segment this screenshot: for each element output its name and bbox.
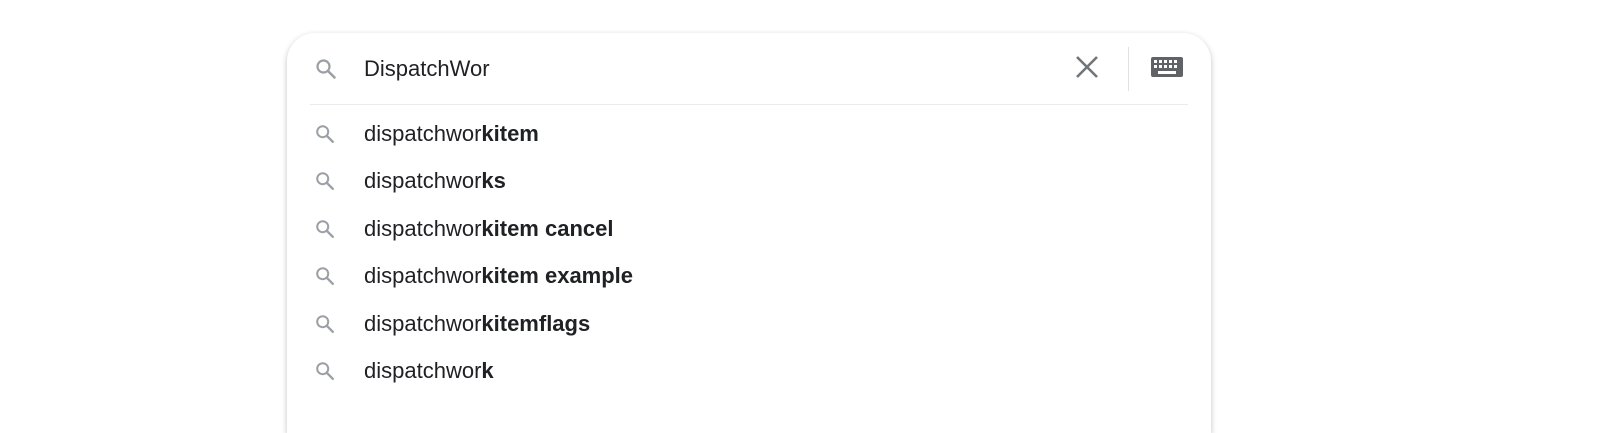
search-input[interactable] <box>364 49 1024 89</box>
suggestion-text: dispatchworkitem example <box>364 263 634 289</box>
suggestion-text: dispatchworks <box>364 168 506 194</box>
suggestion-item[interactable]: dispatchworkitem <box>287 110 1211 158</box>
suggestion-item[interactable]: dispatchworkitem example <box>287 253 1211 301</box>
search-icon <box>314 313 336 335</box>
close-icon <box>1074 54 1100 85</box>
search-icon <box>314 360 336 382</box>
suggestion-list: dispatchworkitem dispatchworks dispatchw… <box>287 110 1211 395</box>
search-icon <box>314 265 336 287</box>
keyboard-button[interactable] <box>1149 56 1185 82</box>
suggestion-item[interactable]: dispatchworkitemflags <box>287 300 1211 348</box>
suggestion-text: dispatchworkitem <box>364 120 539 146</box>
suggestion-item[interactable]: dispatchworks <box>287 158 1211 206</box>
divider <box>1128 47 1129 91</box>
suggestions-divider <box>310 104 1188 105</box>
search-icon <box>314 218 336 240</box>
search-icon <box>314 57 338 81</box>
search-icon <box>314 170 336 192</box>
suggestion-text: dispatchworkitemflags <box>364 310 591 336</box>
search-icon <box>314 123 336 145</box>
suggestion-item[interactable]: dispatchwork <box>287 348 1211 396</box>
clear-button[interactable] <box>1071 53 1103 85</box>
keyboard-icon <box>1151 56 1183 82</box>
suggestion-text: dispatchworkitem cancel <box>364 215 614 241</box>
suggestion-item[interactable]: dispatchworkitem cancel <box>287 205 1211 253</box>
suggestion-text: dispatchwork <box>364 358 494 384</box>
search-box: dispatchworkitem dispatchworks dispatchw… <box>287 33 1211 433</box>
search-bar <box>287 33 1211 104</box>
